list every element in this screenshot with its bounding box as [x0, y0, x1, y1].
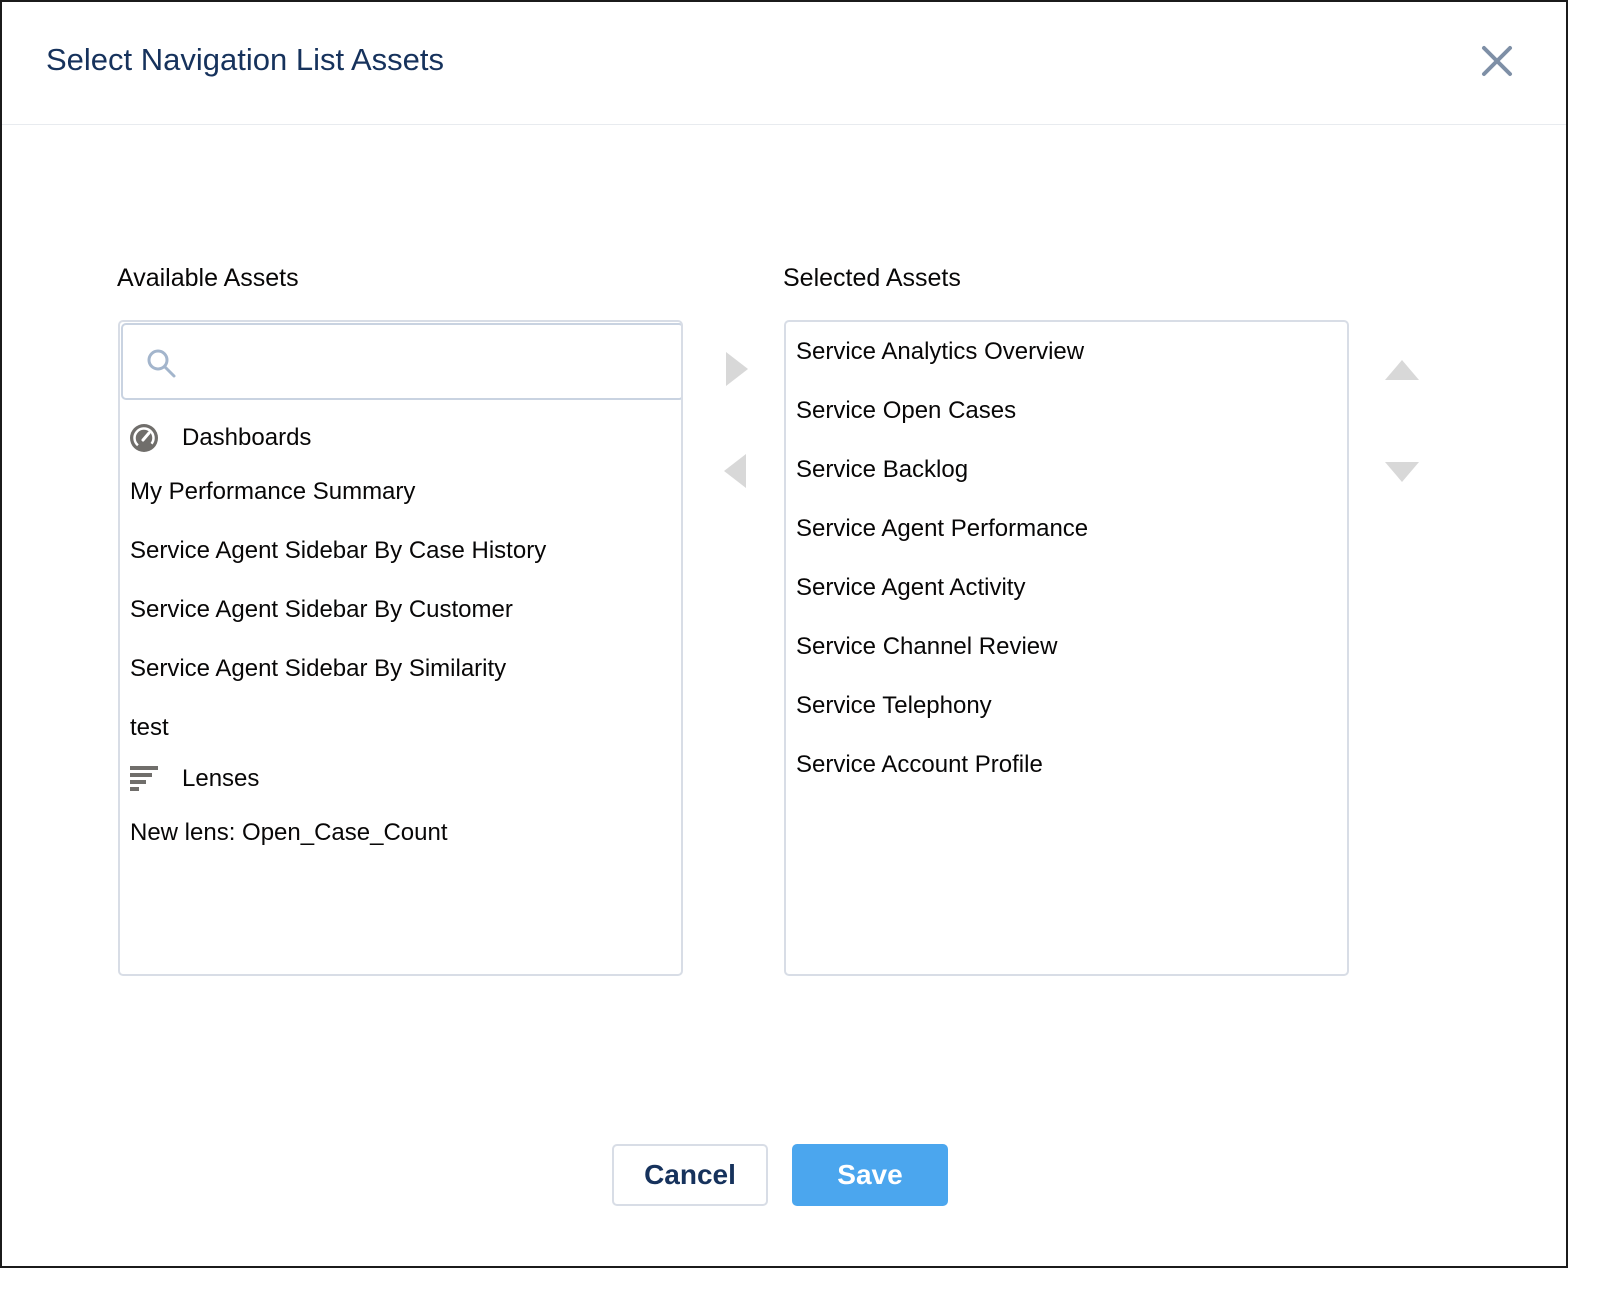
list-item[interactable]: Service Telephony: [796, 692, 992, 720]
move-to-available-button[interactable]: [722, 452, 748, 495]
arrow-left-icon: [724, 454, 746, 488]
close-button[interactable]: [1478, 42, 1516, 80]
move-down-button[interactable]: [1383, 460, 1421, 489]
list-item[interactable]: Service Agent Sidebar By Similarity: [130, 655, 506, 683]
available-assets-list[interactable]: Dashboards My Performance Summary Servic…: [118, 320, 683, 976]
list-item[interactable]: test: [130, 714, 169, 742]
arrow-up-icon: [1385, 360, 1419, 380]
lens-bars-icon: [130, 766, 158, 791]
arrow-right-icon: [726, 352, 748, 386]
list-item[interactable]: Service Account Profile: [796, 751, 1043, 779]
list-item[interactable]: Service Analytics Overview: [796, 338, 1084, 366]
search-box: [121, 323, 681, 400]
list-item[interactable]: Service Backlog: [796, 456, 968, 484]
modal-header: Select Navigation List Assets: [2, 2, 1566, 125]
available-assets-label: Available Assets: [117, 264, 299, 292]
list-item[interactable]: Service Agent Sidebar By Customer: [130, 596, 513, 624]
selected-assets-label: Selected Assets: [783, 264, 961, 292]
group-label-lenses: Lenses: [182, 765, 260, 792]
save-button[interactable]: Save: [792, 1144, 948, 1206]
group-header-lenses: Lenses: [128, 759, 259, 799]
dialog-title: Select Navigation List Assets: [46, 42, 445, 77]
arrow-down-icon: [1385, 462, 1419, 482]
dashboard-gauge-icon: [130, 424, 158, 452]
move-to-selected-button[interactable]: [724, 350, 750, 393]
cancel-button[interactable]: Cancel: [612, 1144, 768, 1206]
list-item[interactable]: Service Channel Review: [796, 633, 1057, 661]
search-icon: [147, 349, 176, 378]
list-item[interactable]: Service Agent Activity: [796, 574, 1025, 602]
list-item[interactable]: New lens: Open_Case_Count: [130, 819, 448, 847]
group-label-dashboards: Dashboards: [182, 424, 312, 451]
selected-assets-list[interactable]: Service Analytics Overview Service Open …: [784, 320, 1349, 976]
search-input[interactable]: [187, 333, 671, 393]
list-item[interactable]: Service Open Cases: [796, 397, 1016, 425]
list-item[interactable]: Service Agent Sidebar By Case History: [130, 537, 546, 565]
list-item[interactable]: My Performance Summary: [130, 478, 415, 506]
move-up-button[interactable]: [1383, 358, 1421, 387]
group-header-dashboards: Dashboards: [128, 418, 311, 458]
close-icon: [1482, 46, 1512, 76]
list-item[interactable]: Service Agent Performance: [796, 515, 1088, 543]
modal-dialog: Select Navigation List Assets Available …: [0, 0, 1568, 1268]
